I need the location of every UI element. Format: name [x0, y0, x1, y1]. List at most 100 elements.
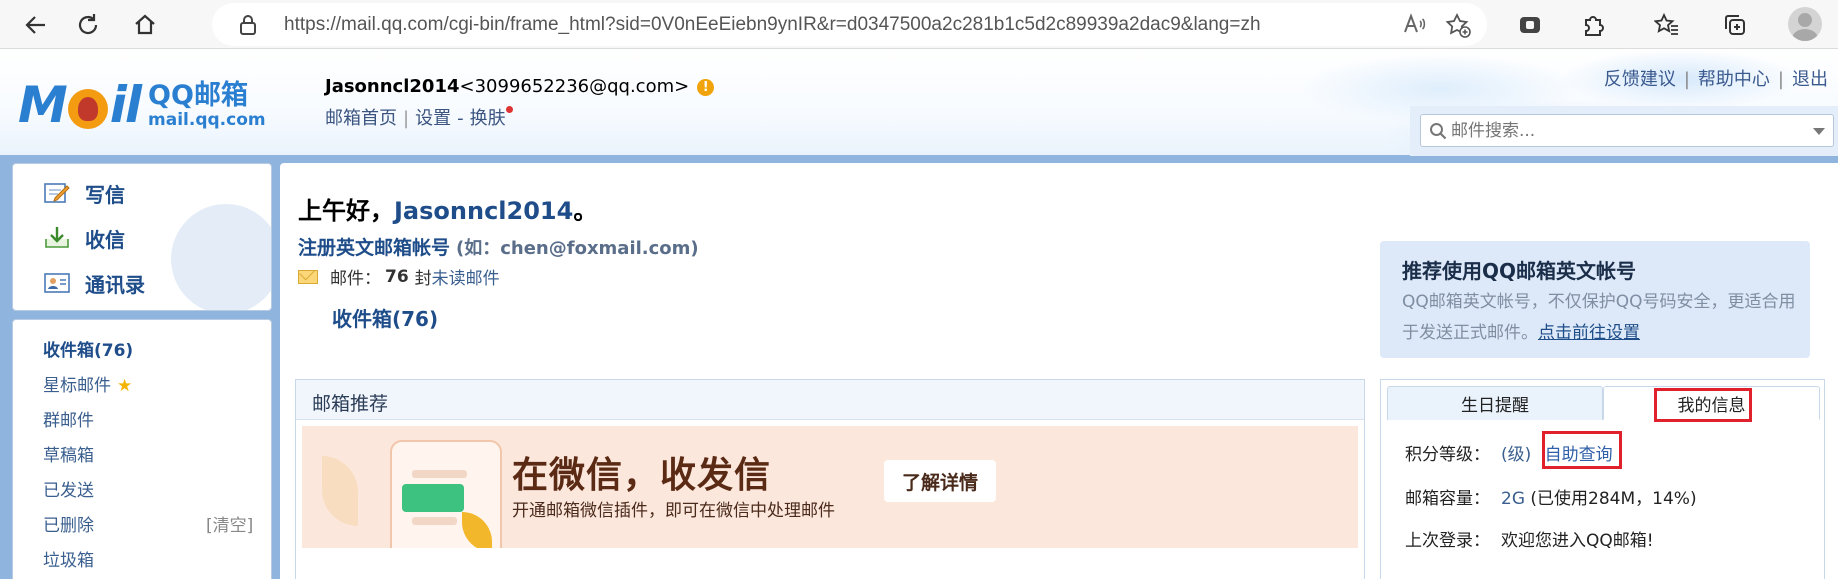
- mail-label: 邮件：: [330, 269, 381, 289]
- info-tabs: 生日提醒 我的信息: [1387, 386, 1820, 420]
- logo-en: mail.qq.com: [148, 109, 266, 130]
- search-icon: [1429, 122, 1447, 145]
- refresh-icon[interactable]: [70, 7, 106, 43]
- info-panel: 生日提醒 我的信息 积分等级： (级) 自助查询 邮箱容量： 2G (已使用284M…: [1380, 379, 1825, 579]
- greeting-prefix: 上午好，: [298, 197, 394, 225]
- header-right-links: 反馈建议 | 帮助中心 | 退出: [1604, 65, 1828, 91]
- home-icon[interactable]: [127, 7, 163, 43]
- highlight-box-selfquery: [1542, 431, 1622, 469]
- last-login-label: 上次登录：: [1405, 531, 1490, 551]
- favorites-icon[interactable]: [1649, 7, 1685, 43]
- read-aloud-icon[interactable]: [1402, 12, 1426, 41]
- compose-button[interactable]: 写信: [43, 178, 125, 208]
- star-icon: ★: [117, 376, 133, 396]
- compose-panel: 写信 收信 通讯录: [12, 163, 272, 311]
- separator: |: [403, 108, 410, 129]
- extensions-icon[interactable]: [1575, 7, 1611, 43]
- account-email: <3099652236@qq.com>: [459, 76, 690, 97]
- mail-count-value: 76: [385, 266, 409, 287]
- inbox-link[interactable]: 收件箱(76): [332, 303, 438, 332]
- points-level-label: 积分等级：: [1405, 445, 1490, 465]
- skin-link[interactable]: 换肤: [470, 108, 506, 129]
- receive-label: 收信: [85, 227, 125, 252]
- search-dropdown-icon[interactable]: [1813, 128, 1825, 135]
- mailbox-home-link[interactable]: 邮箱首页: [325, 108, 397, 129]
- main-content: 上午好，Jasonncl2014。 注册英文邮箱帐号 (如：chen@foxmai…: [280, 163, 1838, 579]
- capacity-used: (已使用284M，14%): [1530, 489, 1697, 509]
- search-input[interactable]: [1451, 119, 1801, 143]
- leaf-decor: [322, 456, 358, 526]
- promo-desc: QQ邮箱英文帐号，不仅保护QQ号码安全，更适合用于发送正式邮件。点击前往设置: [1402, 287, 1802, 349]
- points-level-value: (级): [1501, 445, 1532, 465]
- receive-button[interactable]: 收信: [43, 223, 125, 253]
- folder-inbox[interactable]: 收件箱(76): [43, 336, 133, 361]
- address-bar[interactable]: https://mail.qq.com/cgi-bin/frame_html?s…: [212, 3, 1487, 46]
- capacity-value[interactable]: 2G: [1501, 489, 1525, 509]
- contacts-icon: [44, 273, 70, 293]
- left-sidebar: 写信 收信 通讯录 收件箱(76) 星标邮件 ★ 群邮件 草稿箱 已发送 已删除 …: [12, 163, 272, 579]
- clear-deleted-link[interactable]: [清空]: [206, 511, 253, 536]
- wechat-chip-decor: [402, 484, 464, 512]
- mailbox-recommend: 邮箱推荐 在微信，收发信 开通邮箱微信插件，即可在微信中处理邮件 了解详情: [295, 379, 1365, 579]
- compose-icon: [44, 183, 70, 203]
- capacity-label: 邮箱容量：: [1405, 489, 1490, 509]
- logout-link[interactable]: 退出: [1792, 69, 1828, 90]
- greeting: 上午好，Jasonncl2014。: [298, 191, 597, 226]
- contacts-label: 通讯录: [85, 272, 145, 297]
- recommend-header: 邮箱推荐: [296, 380, 1364, 420]
- help-link[interactable]: 帮助中心: [1698, 69, 1770, 90]
- account-nickname: Jasonncl2014: [325, 76, 460, 97]
- last-login-row: 上次登录： 欢迎您进入QQ邮箱!: [1405, 526, 1654, 551]
- highlight-box-myinfo: [1654, 388, 1752, 422]
- tab-birthday-reminder[interactable]: 生日提醒: [1387, 386, 1603, 420]
- lock-icon[interactable]: [238, 14, 258, 41]
- mail-search-box[interactable]: [1420, 114, 1834, 147]
- capacity-row: 邮箱容量： 2G (已使用284M，14%): [1405, 484, 1697, 509]
- settings-link[interactable]: 设置: [415, 108, 451, 129]
- top-links: 邮箱首页 | 设置 - 换肤: [325, 104, 513, 130]
- mail-count: 邮件： 76 封未读邮件: [298, 264, 500, 289]
- back-icon[interactable]: [18, 7, 54, 43]
- wechat-banner[interactable]: 在微信，收发信 开通邮箱微信插件，即可在微信中处理邮件 了解详情: [302, 426, 1358, 548]
- logo-text: QQ邮箱 mail.qq.com: [148, 82, 266, 129]
- separator: |: [1683, 69, 1690, 90]
- contacts-button[interactable]: 通讯录: [43, 268, 145, 298]
- folder-spam[interactable]: 垃圾箱: [43, 546, 94, 571]
- learn-more-button[interactable]: 了解详情: [884, 460, 996, 502]
- collections-icon[interactable]: [1717, 7, 1753, 43]
- greeting-suffix: 。: [573, 197, 598, 225]
- collections-app-icon[interactable]: [1512, 7, 1548, 43]
- folder-list: 收件箱(76) 星标邮件 ★ 群邮件 草稿箱 已发送 已删除 [清空] 垃圾箱: [12, 319, 272, 579]
- penguin-decor: [171, 204, 271, 310]
- separator: |: [1777, 69, 1784, 90]
- english-account-promo: 推荐使用QQ邮箱英文帐号 QQ邮箱英文帐号，不仅保护QQ号码安全，更适合用于发送…: [1380, 241, 1810, 358]
- unread-mail-link[interactable]: 未读邮件: [432, 264, 500, 289]
- folder-drafts[interactable]: 草稿箱: [43, 441, 94, 466]
- new-dot-icon: [505, 106, 513, 113]
- url-text[interactable]: https://mail.qq.com/cgi-bin/frame_html?s…: [284, 14, 1261, 36]
- folder-starred-label: 星标邮件: [43, 376, 111, 396]
- folder-deleted[interactable]: 已删除: [43, 511, 94, 536]
- banner-title: 在微信，收发信: [512, 455, 772, 496]
- warning-icon[interactable]: !: [697, 79, 715, 96]
- promo-settings-link[interactable]: 点击前往设置: [1538, 323, 1640, 343]
- qqmail-logo[interactable]: Mil QQ邮箱 mail.qq.com: [18, 75, 266, 135]
- folder-group[interactable]: 群邮件: [43, 406, 94, 431]
- dash-separator: -: [457, 108, 464, 129]
- promo-title: 推荐使用QQ邮箱英文帐号: [1402, 259, 1637, 283]
- recommend-title: 邮箱推荐: [312, 393, 389, 415]
- folder-sent[interactable]: 已发送: [43, 476, 94, 501]
- feedback-link[interactable]: 反馈建议: [1604, 69, 1676, 90]
- folder-starred[interactable]: 星标邮件 ★: [43, 371, 132, 396]
- register-example: (如：chen@foxmail.com): [456, 238, 699, 259]
- browser-toolbar: https://mail.qq.com/cgi-bin/frame_html?s…: [0, 0, 1838, 49]
- register-link[interactable]: 注册英文邮箱帐号: [298, 237, 450, 259]
- compose-label: 写信: [85, 182, 125, 207]
- logo-cn: QQ邮箱: [148, 79, 248, 111]
- add-favorite-icon[interactable]: [1445, 12, 1471, 43]
- profile-avatar[interactable]: [1788, 7, 1822, 41]
- last-login-value: 欢迎您进入QQ邮箱!: [1501, 531, 1654, 551]
- register-english-account: 注册英文邮箱帐号 (如：chen@foxmail.com): [298, 233, 699, 260]
- logo-word: Mil: [18, 76, 142, 134]
- receive-icon: [45, 227, 69, 248]
